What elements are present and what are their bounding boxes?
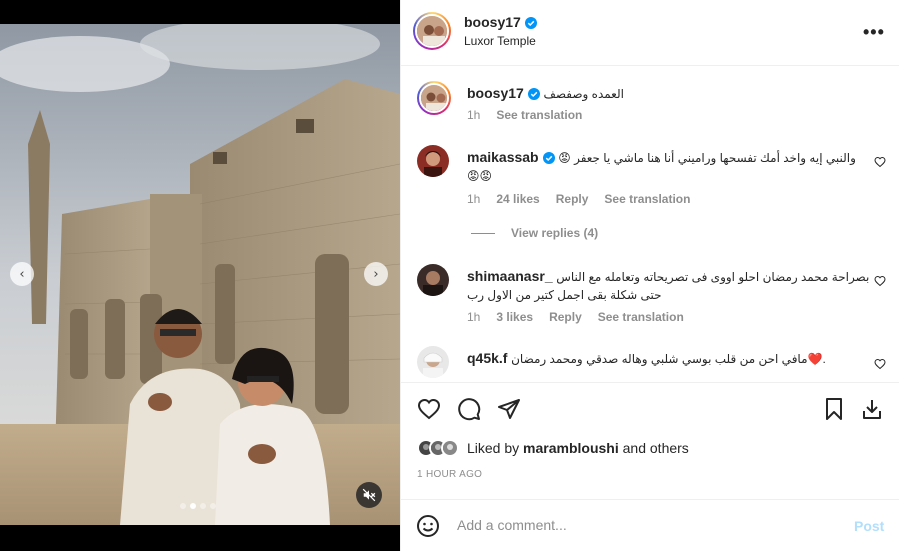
reply-button[interactable]: Reply bbox=[549, 310, 582, 324]
comment-time[interactable]: 1h bbox=[467, 192, 480, 206]
caption-username[interactable]: boosy17 bbox=[467, 85, 524, 101]
see-translation-link[interactable]: See translation bbox=[598, 310, 684, 324]
liked-by-username[interactable]: marambloushi bbox=[523, 440, 619, 456]
author-username[interactable]: boosy17 bbox=[464, 14, 537, 30]
mute-button[interactable] bbox=[356, 482, 382, 508]
verified-badge-icon bbox=[524, 17, 537, 29]
author-avatar[interactable] bbox=[413, 12, 451, 50]
see-translation-link[interactable]: See translation bbox=[604, 192, 690, 206]
save-bookmark-icon[interactable] bbox=[822, 397, 846, 421]
comment-text: 😡 والنبي إيه واخد أمك تفسحها وراميني أنا… bbox=[558, 151, 856, 165]
commenter-username[interactable]: q45k.f bbox=[467, 350, 507, 366]
comment-text-line2: حتى شكلة بقى اجمل كتير من الاول رب bbox=[467, 288, 662, 302]
post-side-panel: boosy17 Luxor Temple ••• boosy17 العمده … bbox=[400, 0, 899, 551]
view-replies-line bbox=[471, 232, 495, 234]
share-paper-plane-icon[interactable] bbox=[497, 397, 521, 421]
verified-badge-icon bbox=[527, 88, 540, 100]
post-comment-button[interactable]: Post bbox=[854, 518, 884, 534]
chevron-right-icon: › bbox=[373, 266, 379, 282]
comments-list: boosy17 العمده وصفصف 1h See translation … bbox=[401, 67, 899, 381]
action-bar bbox=[401, 382, 899, 435]
commenter-avatar[interactable] bbox=[417, 346, 449, 378]
post-location[interactable]: Luxor Temple bbox=[464, 34, 536, 48]
caption-meta: 1h See translation bbox=[467, 108, 598, 122]
carousel-dot bbox=[200, 503, 206, 509]
liker-avatar[interactable] bbox=[441, 439, 459, 457]
caption-avatar[interactable] bbox=[417, 81, 451, 115]
next-slide-button[interactable]: › bbox=[364, 262, 388, 286]
carousel-dots bbox=[180, 503, 216, 509]
comment-meta: 1h 3 likes Reply See translation bbox=[467, 310, 700, 324]
like-comment-heart-icon[interactable] bbox=[874, 275, 886, 287]
see-translation-link[interactable]: See translation bbox=[496, 108, 582, 122]
comment-text: بصراحة محمد رمضان احلو اووى فى تصريحاته … bbox=[556, 270, 870, 284]
comment-likes[interactable]: 3 likes bbox=[496, 310, 533, 324]
caption-time[interactable]: 1h bbox=[467, 108, 480, 122]
add-comment-bar: Post bbox=[401, 499, 899, 551]
likes-summary: Liked by marambloushi and others bbox=[417, 437, 689, 459]
carousel-dot bbox=[210, 503, 216, 509]
likes-text: Liked by marambloushi and others bbox=[467, 440, 689, 456]
chevron-left-icon: ‹ bbox=[19, 266, 25, 282]
more-options-icon[interactable]: ••• bbox=[863, 22, 885, 43]
comment-bubble-icon[interactable] bbox=[457, 397, 481, 421]
caption-text: العمده وصفصف bbox=[543, 87, 624, 101]
carousel-dot-active bbox=[190, 503, 196, 509]
verified-badge-icon bbox=[542, 152, 555, 164]
speaker-muted-icon bbox=[362, 488, 376, 502]
emoji-smiley-icon[interactable] bbox=[416, 514, 440, 538]
comment-text: مافي احن من قلب بوسي شلبي وهاله صدقي ومح… bbox=[511, 352, 826, 366]
comment-text-line2: 😡😡 bbox=[467, 169, 493, 183]
comment-likes[interactable]: 24 likes bbox=[496, 192, 539, 206]
carousel-dot bbox=[180, 503, 186, 509]
previous-slide-button[interactable]: ‹ bbox=[10, 262, 34, 286]
download-icon[interactable] bbox=[860, 397, 884, 421]
like-comment-heart-icon[interactable] bbox=[874, 156, 886, 168]
post-media: ‹ › bbox=[0, 0, 400, 551]
add-comment-input[interactable] bbox=[457, 514, 837, 536]
post-photo[interactable] bbox=[0, 24, 400, 525]
commenter-username[interactable]: shimaanasr_ bbox=[467, 268, 553, 284]
post-timestamp[interactable]: 1 HOUR AGO bbox=[417, 469, 482, 480]
comment-time[interactable]: 1h bbox=[467, 310, 480, 324]
commenter-username[interactable]: maikassab bbox=[467, 149, 539, 165]
like-comment-heart-icon[interactable] bbox=[874, 358, 886, 370]
comment-meta: 1h 24 likes Reply See translation bbox=[467, 192, 706, 206]
view-replies-button[interactable]: View replies (4) bbox=[471, 226, 598, 240]
reply-button[interactable]: Reply bbox=[556, 192, 589, 206]
commenter-avatar[interactable] bbox=[417, 145, 449, 177]
like-heart-icon[interactable] bbox=[417, 397, 441, 421]
post-header: boosy17 Luxor Temple ••• bbox=[401, 0, 899, 66]
commenter-avatar[interactable] bbox=[417, 264, 449, 296]
